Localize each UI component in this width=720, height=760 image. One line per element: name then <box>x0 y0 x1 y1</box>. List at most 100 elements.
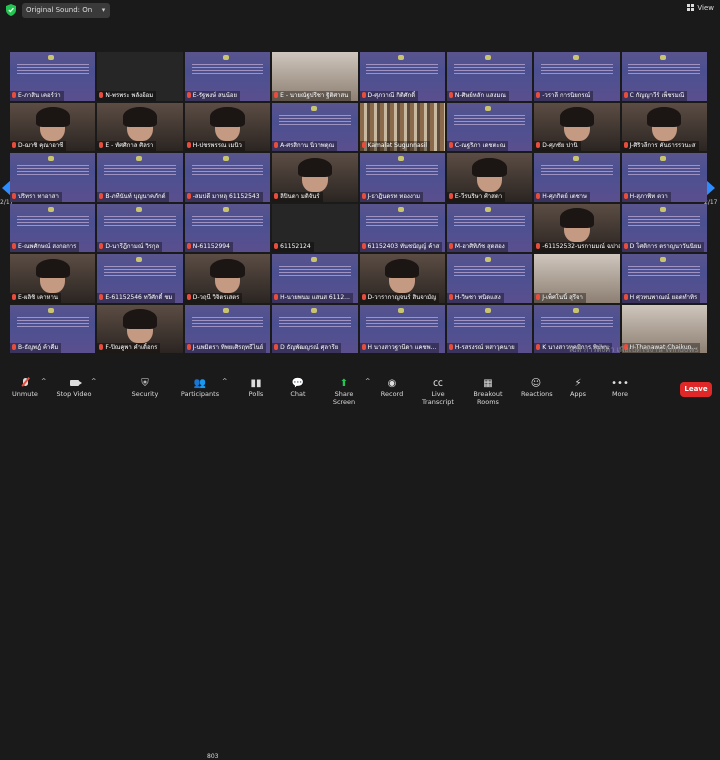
more-button[interactable]: ••• More <box>608 377 632 398</box>
participant-video <box>559 107 594 127</box>
top-bar: Original Sound: On ▾ View <box>0 0 720 22</box>
participant-tile[interactable]: D-ศุภวาณี กิติศักดิ์ <box>359 52 445 101</box>
participant-name: J-เพ็ศโนนิ์ สุรีจา <box>542 293 583 301</box>
audio-options-caret[interactable]: ^ <box>41 377 46 385</box>
participant-tile[interactable]: D-วารากาญจนร์ สินจามัญ <box>359 254 445 303</box>
muted-microphone-icon <box>274 91 279 98</box>
chevron-down-icon: ▾ <box>101 6 106 14</box>
video-options-caret[interactable]: ^ <box>91 377 96 385</box>
participant-tile[interactable]: H-วิษชา ทนิดแสง <box>446 254 533 303</box>
security-button[interactable]: ⛨ Security <box>128 377 162 398</box>
participant-tile[interactable]: B-ภทีนันท์ บุญนาคภักด์ <box>97 153 183 202</box>
participant-name: J-ธาฎินดรท ทองงาม <box>367 192 421 200</box>
participant-tile[interactable]: H-รสรงรณ์ หสาวุคนาย <box>446 304 533 353</box>
participant-name-label: H-สุภาพิท ตวา <box>621 191 671 202</box>
participant-tile[interactable]: E-ภาสิน เคอร์ว่า <box>10 52 96 101</box>
participant-tile[interactable]: N-พรพระ พลังอ้อม <box>97 52 183 101</box>
participant-tile[interactable]: J-ธาฎินดรท ทองงาม <box>359 153 445 202</box>
participant-name-label: N-61152994 <box>184 242 233 252</box>
participant-tile[interactable]: -วราลี การนิยกรณ์ <box>534 52 620 101</box>
participant-name-label: D โศติการ ตราญนาวันนิยม <box>621 242 705 252</box>
participant-tile[interactable]: -61152532-นรกามมณ์ ฉปาส <box>534 203 620 252</box>
record-button[interactable]: ◉ Record <box>378 377 406 398</box>
participant-tile[interactable]: H-สุภาพิท ตวา <box>621 153 707 202</box>
participant-tile[interactable]: B-ธัญพฎ์ ค้าคืม <box>10 304 96 353</box>
participant-name: E - ทัศศิกาล ศิลรา <box>105 142 154 149</box>
video-camera-icon <box>69 380 82 386</box>
participant-tile[interactable]: H-นายพนม แสนส 6112... <box>272 254 358 303</box>
participant-name: H-สุภาพิท ตวา <box>629 192 668 200</box>
participant-tile[interactable]: H-ศุภกิตย์ เตชาษ <box>534 153 620 202</box>
polls-button[interactable]: ▮▮ Polls <box>243 377 269 398</box>
participant-tile[interactable]: E - ทัศศิกาล ศิลรา <box>97 102 183 151</box>
reactions-button[interactable]: ☺ Reactions <box>521 377 553 398</box>
participant-tile[interactable]: J-เพ็ศโนนิ์ สุรีจา <box>534 254 620 303</box>
chat-label: Chat <box>290 390 306 398</box>
participant-tile[interactable]: 61152403 ทันชนัญญ์ ค้าส <box>359 203 445 252</box>
share-options-caret[interactable]: ^ <box>365 377 370 385</box>
muted-microphone-icon <box>448 243 453 249</box>
participant-name: H-นายพนม แสนส 6112... <box>280 293 350 301</box>
participant-tile[interactable]: 61152124 <box>272 203 358 252</box>
participant-name-label: E - นายณัฐปรีชา ฐิติศาสน <box>272 90 352 101</box>
muted-microphone-icon <box>99 192 104 199</box>
participant-video <box>559 208 594 228</box>
participant-tile[interactable]: D-ฌาชิ คุณาอาชี <box>10 102 96 151</box>
participant-tile[interactable]: -สมปดี มาหลุ 61152543 <box>184 153 271 202</box>
participant-tile[interactable]: ลิปินดา มดิจันร์ <box>272 153 358 202</box>
participant-name: 61152403 ทันชนัญญ์ ค้าส <box>367 243 440 250</box>
share-screen-label: Share Screen <box>332 390 356 406</box>
apps-button[interactable]: ⚡ Apps <box>566 377 590 398</box>
original-sound-dropdown[interactable]: Original Sound: On ▾ <box>22 3 111 18</box>
breakout-rooms-button[interactable]: ▦ Breakout Rooms <box>465 377 511 406</box>
share-screen-button[interactable]: ⬆ Share Screen <box>324 377 364 406</box>
participant-tile[interactable]: H นางสาวฐานีดา แคชพ... <box>359 304 445 353</box>
participant-tile[interactable]: C กัญญาวีร์ เพ็ชรมณี <box>621 52 707 101</box>
participant-tile[interactable]: D-ศุภชัย ปานิ <box>534 102 620 151</box>
unmute-button[interactable]: Unmute <box>10 377 40 398</box>
participant-tile[interactable]: E - นายณัฐปรีชา ฐิติศาสน <box>272 52 358 101</box>
participant-tile[interactable]: M-ฮาศิทิภัช สุดสอง <box>446 203 533 252</box>
participant-video <box>385 258 420 279</box>
participant-tile[interactable]: C-ณฐริภา เดชตะณ <box>446 102 533 151</box>
muted-microphone-icon <box>186 91 191 98</box>
participant-tile[interactable]: D โศติการ ตราญนาวันนิยม <box>621 203 707 252</box>
participant-tile[interactable]: D-วฤนี วิจิตรเสตร <box>184 254 271 303</box>
polls-label: Polls <box>248 390 264 398</box>
participant-tile[interactable]: J-นพมิตรา ทิพยเศิรฤทธีไนย์ <box>184 304 271 353</box>
participant-tile[interactable]: E-ณพศักษณ์ สงกอการ <box>10 203 96 252</box>
participant-tile[interactable]: F-ปิณคูพา คำเดิ้อกร <box>97 304 183 353</box>
stop-video-button[interactable]: Stop Video <box>55 377 93 398</box>
muted-microphone-icon <box>99 293 104 300</box>
participant-tile[interactable]: A-ศรสิกาน นิ่วาพดุณ <box>272 102 358 151</box>
participant-name: H-วิษชา ทนิดแสง <box>454 293 501 301</box>
participant-tile[interactable]: D ธัญพัฒญรณ์ ศุลารีย <box>272 304 358 353</box>
participant-tile[interactable]: H-ปชรพรรณ เมนิว <box>184 102 271 151</box>
participant-tile[interactable]: E-61152546 ทวีศักดิ์ ชม <box>97 254 183 303</box>
participant-tile[interactable]: N-ศิษย์หลัก แสงมณ <box>446 52 533 101</box>
participant-name-label: C-ณฐริภา เดชตะณ <box>446 141 509 151</box>
participants-button[interactable]: 👥 Participants <box>180 377 220 398</box>
shield-check-icon[interactable] <box>6 4 16 16</box>
participants-options-caret[interactable]: ^ <box>222 377 227 385</box>
participant-name: F-ปิณคูพา คำเดิ้อกร <box>105 344 158 351</box>
live-transcript-button[interactable]: ㏄ Live Transcript <box>416 377 460 406</box>
share-screen-icon: ⬆ <box>339 378 349 389</box>
participant-video <box>122 107 158 127</box>
participant-tile[interactable]: E-วีรนริษา ศ้าสดา <box>446 153 533 202</box>
participant-tile[interactable]: D-นารีฎีกามณ์ วิรกุล <box>97 203 183 252</box>
participant-name: D-วฤนี วิจิตรเสตร <box>192 293 240 301</box>
participant-tile[interactable]: E-ผลิชิ เคาหาน <box>10 254 96 303</box>
participant-tile[interactable]: N-61152994 <box>184 203 271 252</box>
participant-tile[interactable]: J-ศิริวลีการ คันธารรวนะส <box>621 102 707 151</box>
view-button[interactable]: View <box>687 4 714 12</box>
muted-microphone-icon <box>12 293 16 300</box>
participant-tile[interactable]: Kamalat Sugunnasil <box>359 102 445 151</box>
leave-button[interactable]: Leave <box>680 382 712 397</box>
participant-tile[interactable]: E-รัฐพงษ์ สนน้อย <box>184 52 271 101</box>
participant-tile[interactable]: H ศุวทนพาณณ์ ยอดทำทิร <box>621 254 707 303</box>
participant-tile[interactable]: ปริทรา ทาอาสา <box>10 153 96 202</box>
participant-name-label: E - ทัศศิกาล ศิลรา <box>97 141 157 151</box>
participant-name: -61152532-นรกามมณ์ ฉปาส <box>542 243 620 250</box>
chat-button[interactable]: 💬 Chat <box>285 377 311 398</box>
